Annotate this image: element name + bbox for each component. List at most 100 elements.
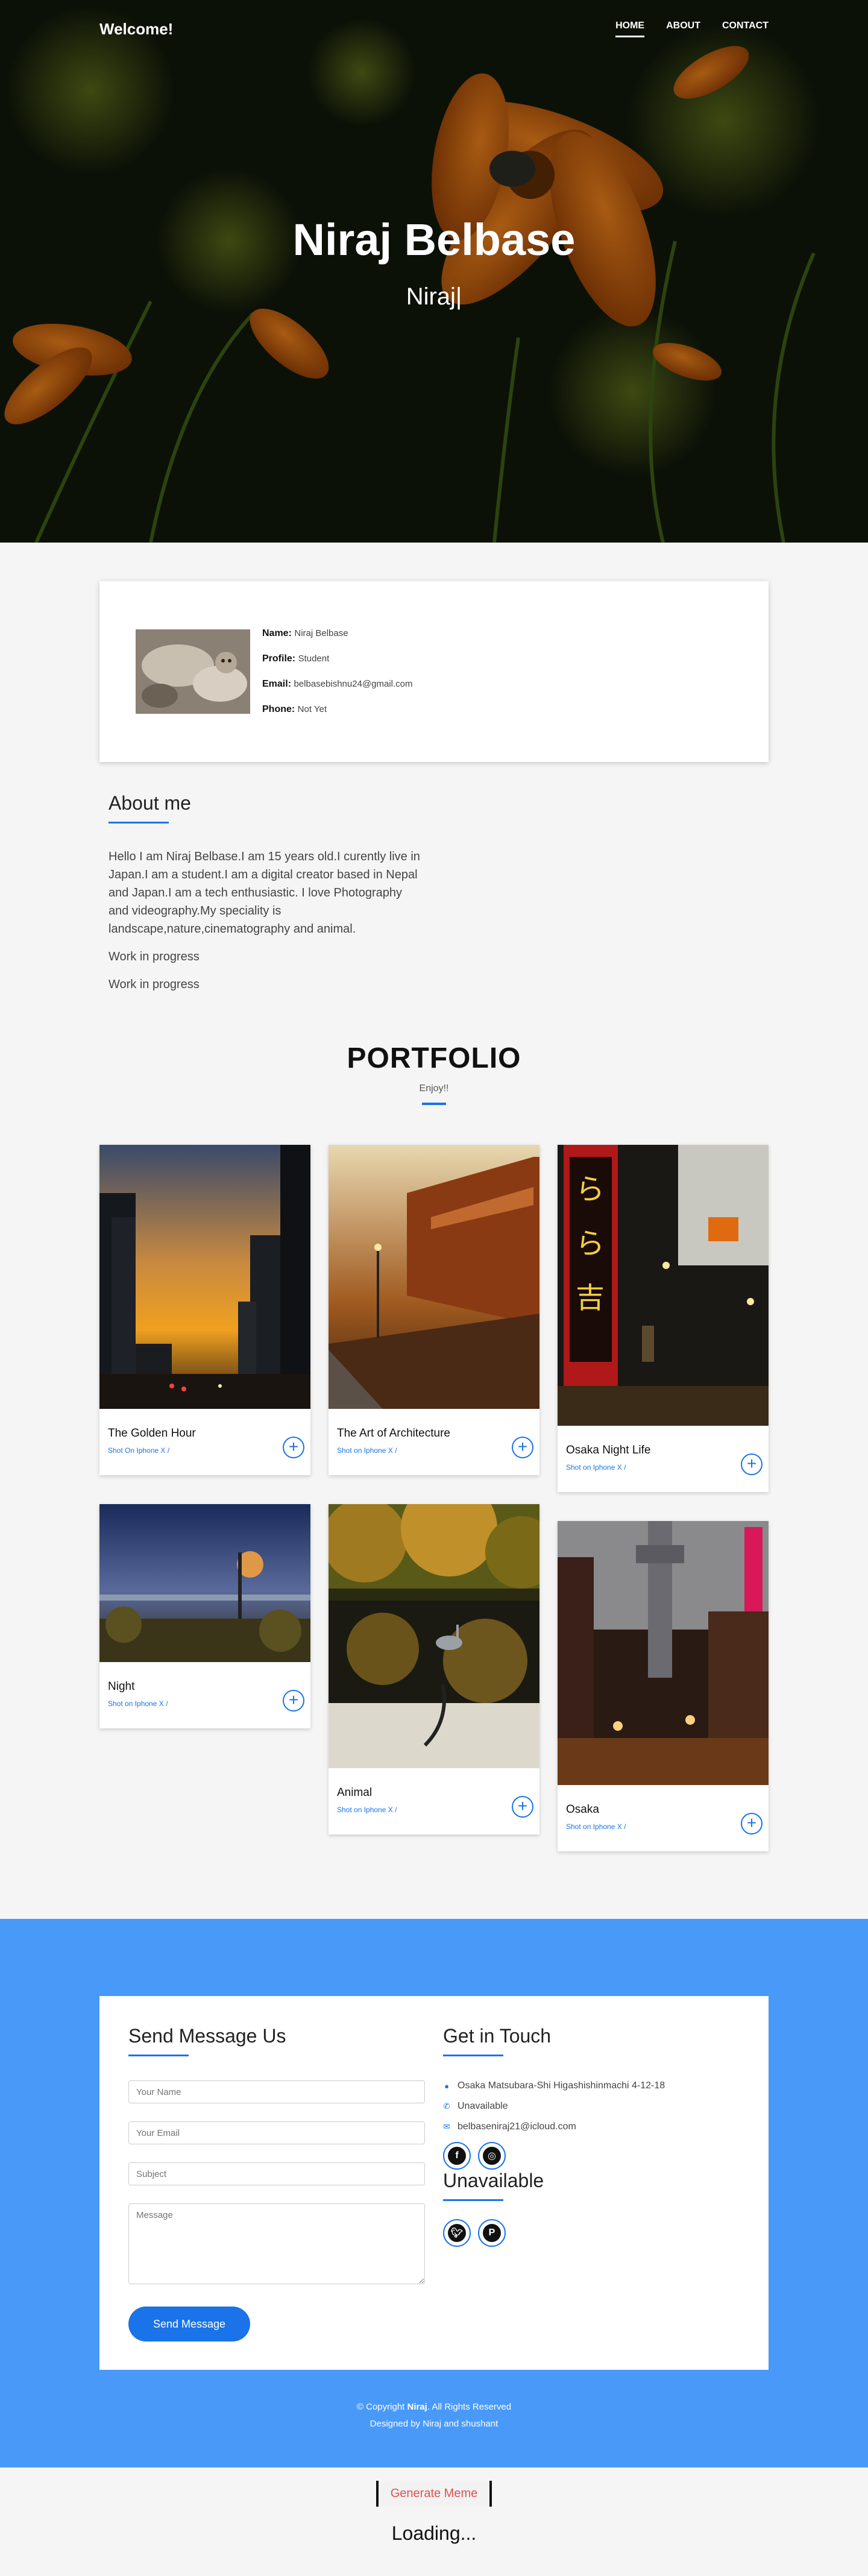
portfolio-title: Night bbox=[108, 1680, 135, 1693]
copyright-line: © Copyright Niraj. All Rights Reserved bbox=[0, 2399, 868, 2416]
nav-link-about[interactable]: ABOUT bbox=[666, 20, 700, 37]
portfolio-subtitle[interactable]: Shot on Iphone X / bbox=[337, 1806, 531, 1814]
portfolio-column: The Art of Architecture Shot on Iphone X… bbox=[329, 1145, 539, 1834]
designed-by: Designed by Niraj and shushant bbox=[370, 2419, 498, 2429]
expand-plus-icon[interactable]: + bbox=[283, 1690, 304, 1712]
portfolio-subtitle[interactable]: Shot on Iphone X / bbox=[108, 1699, 302, 1708]
phone-text: Unavailable bbox=[458, 2101, 508, 2111]
svg-text:吉: 吉 bbox=[576, 1281, 605, 1315]
email-row: ✉ belbaseniraj21@icloud.com bbox=[443, 2121, 732, 2132]
email-text[interactable]: belbaseniraj21@icloud.com bbox=[458, 2121, 576, 2132]
about-section: About me Hello I am Niraj Belbase.I am 1… bbox=[99, 792, 769, 994]
brand-title[interactable]: Welcome! bbox=[99, 20, 173, 39]
phone-row: ✆ Unavailable bbox=[443, 2101, 732, 2112]
portfolio-caption: Animal Shot on Iphone X / + bbox=[329, 1768, 539, 1834]
hero-typed-subtitle: Niraj| bbox=[406, 283, 462, 310]
email-input[interactable] bbox=[128, 2121, 425, 2144]
portfolio-card[interactable]: Animal Shot on Iphone X / + bbox=[329, 1504, 539, 1834]
name-input[interactable] bbox=[128, 2080, 425, 2103]
subject-input[interactable] bbox=[128, 2162, 425, 2185]
portfolio-title: Osaka bbox=[566, 1803, 599, 1816]
expand-plus-icon[interactable]: + bbox=[512, 1437, 533, 1458]
profile-phone-label: Phone: bbox=[262, 704, 295, 714]
portfolio-subtitle[interactable]: Shot on Iphone X / bbox=[566, 1463, 760, 1472]
portfolio-card[interactable]: ら ら 吉 Osaka Night Life Shot on Iphone X … bbox=[558, 1145, 769, 1492]
expand-plus-icon[interactable]: + bbox=[512, 1796, 533, 1818]
copyright-prefix: © Copyright bbox=[356, 2402, 407, 2412]
address-row: ● Osaka Matsubara-Shi Higashishinmachi 4… bbox=[443, 2080, 732, 2091]
phone-icon: ✆ bbox=[443, 2102, 450, 2111]
portfolio-image-osaka bbox=[558, 1521, 769, 1785]
portfolio-caption: Night Shot on Iphone X / + bbox=[99, 1662, 310, 1728]
expand-plus-icon[interactable]: + bbox=[741, 1453, 763, 1475]
pinterest-button[interactable]: P bbox=[478, 2219, 506, 2247]
profile-name-value: Niraj Belbase bbox=[294, 628, 348, 638]
nav-link-home[interactable]: HOME bbox=[615, 20, 645, 37]
expand-plus-icon[interactable]: + bbox=[741, 1813, 763, 1834]
hero-title: Niraj Belbase bbox=[292, 215, 576, 265]
portfolio-subtitle[interactable]: Shot on Iphone X / bbox=[337, 1446, 531, 1455]
meme-section: Generate Meme Loading... bbox=[0, 2467, 868, 2576]
generate-meme-button[interactable]: Generate Meme bbox=[376, 2481, 492, 2507]
portfolio-underline bbox=[422, 1103, 446, 1105]
top-navbar: Welcome! HOME ABOUT CONTACT bbox=[0, 0, 868, 58]
portfolio-title: Animal bbox=[337, 1786, 373, 1799]
portfolio-subheading: Enjoy!! bbox=[419, 1083, 449, 1094]
portfolio-image-golden-hour bbox=[99, 1145, 310, 1409]
form-heading-underline bbox=[128, 2055, 189, 2056]
portfolio-title: Osaka Night Life bbox=[566, 1444, 651, 1456]
portfolio-caption: Osaka Night Life Shot on Iphone X / + bbox=[558, 1426, 769, 1492]
portfolio-title: The Art of Architecture bbox=[337, 1427, 450, 1440]
social-heading-underline bbox=[443, 2199, 503, 2201]
contact-form: Send Message Us Send Message bbox=[128, 2025, 425, 2370]
profile-info-list: Name: Niraj Belbase Profile: Student Ema… bbox=[262, 628, 412, 715]
twitter-button[interactable]: 🐦︎ bbox=[443, 2219, 471, 2247]
portfolio-heading: PORTFOLIO bbox=[347, 1042, 521, 1074]
contact-section: Send Message Us Send Message Get in Touc… bbox=[0, 1919, 868, 2467]
instagram-button[interactable]: ◎ bbox=[478, 2142, 506, 2170]
profile-profile-value: Student bbox=[298, 653, 330, 664]
portfolio-caption: Osaka Shot on Iphone X / + bbox=[558, 1785, 769, 1851]
profile-name-row: Name: Niraj Belbase bbox=[262, 628, 412, 639]
envelope-icon: ✉ bbox=[443, 2122, 450, 2131]
portfolio-card[interactable]: The Golden Hour Shot On Iphone X / + bbox=[99, 1145, 310, 1475]
svg-text:ら: ら bbox=[576, 1227, 605, 1261]
portfolio-title: The Golden Hour bbox=[108, 1427, 196, 1440]
send-message-button[interactable]: Send Message bbox=[128, 2307, 250, 2341]
hero-section: Welcome! HOME ABOUT CONTACT Niraj Belbas… bbox=[0, 0, 868, 543]
portfolio-card[interactable]: Night Shot on Iphone X / + bbox=[99, 1504, 310, 1728]
footer-copyright: © Copyright Niraj. All Rights Reserved D… bbox=[0, 2399, 868, 2433]
facebook-button[interactable]: f bbox=[443, 2142, 471, 2170]
nav-link-contact[interactable]: CONTACT bbox=[722, 20, 769, 37]
about-paragraph: Hello I am Niraj Belbase.I am 15 years o… bbox=[108, 850, 420, 936]
portfolio-column: The Golden Hour Shot On Iphone X / + Nig… bbox=[99, 1145, 310, 1728]
profile-phone-value: Not Yet bbox=[297, 704, 327, 714]
portfolio-subtitle[interactable]: Shot on Iphone X / bbox=[566, 1822, 760, 1831]
profile-email-row: Email: belbasebishnu24@gmail.com bbox=[262, 679, 412, 690]
contact-card: Send Message Us Send Message Get in Touc… bbox=[99, 1996, 769, 2370]
nav-links: HOME ABOUT CONTACT bbox=[615, 20, 769, 37]
social-links-row: 🐦︎ P bbox=[443, 2219, 732, 2247]
portfolio-subtitle[interactable]: Shot On Iphone X / bbox=[108, 1446, 302, 1455]
social-heading: Unavailable bbox=[443, 2170, 544, 2191]
facebook-icon: f bbox=[448, 2147, 466, 2165]
about-paragraph: Work in progress bbox=[108, 950, 200, 963]
about-paragraph: Work in progress bbox=[108, 978, 200, 991]
touch-heading-underline bbox=[443, 2055, 503, 2056]
profile-card: Name: Niraj Belbase Profile: Student Ema… bbox=[99, 581, 769, 762]
portfolio-card[interactable]: The Art of Architecture Shot on Iphone X… bbox=[329, 1145, 539, 1475]
portfolio-card[interactable]: Osaka Shot on Iphone X / + bbox=[558, 1521, 769, 1851]
expand-plus-icon[interactable]: + bbox=[283, 1437, 304, 1458]
profile-email-label: Email: bbox=[262, 679, 292, 689]
form-heading: Send Message Us bbox=[128, 2025, 286, 2047]
profile-phone-row: Phone: Not Yet bbox=[262, 704, 412, 715]
message-textarea[interactable] bbox=[128, 2203, 425, 2284]
map-pin-icon: ● bbox=[444, 2081, 449, 2091]
contact-details: ● Osaka Matsubara-Shi Higashishinmachi 4… bbox=[443, 2080, 732, 2132]
portfolio-image-night bbox=[99, 1504, 310, 1662]
get-in-touch: Get in Touch ● Osaka Matsubara-Shi Higas… bbox=[443, 2025, 732, 2370]
address-text: Osaka Matsubara-Shi Higashishinmachi 4-1… bbox=[458, 2080, 665, 2091]
portfolio-header: PORTFOLIO Enjoy!! bbox=[0, 1042, 868, 1105]
pinterest-icon: P bbox=[483, 2224, 501, 2242]
touch-heading: Get in Touch bbox=[443, 2025, 552, 2047]
